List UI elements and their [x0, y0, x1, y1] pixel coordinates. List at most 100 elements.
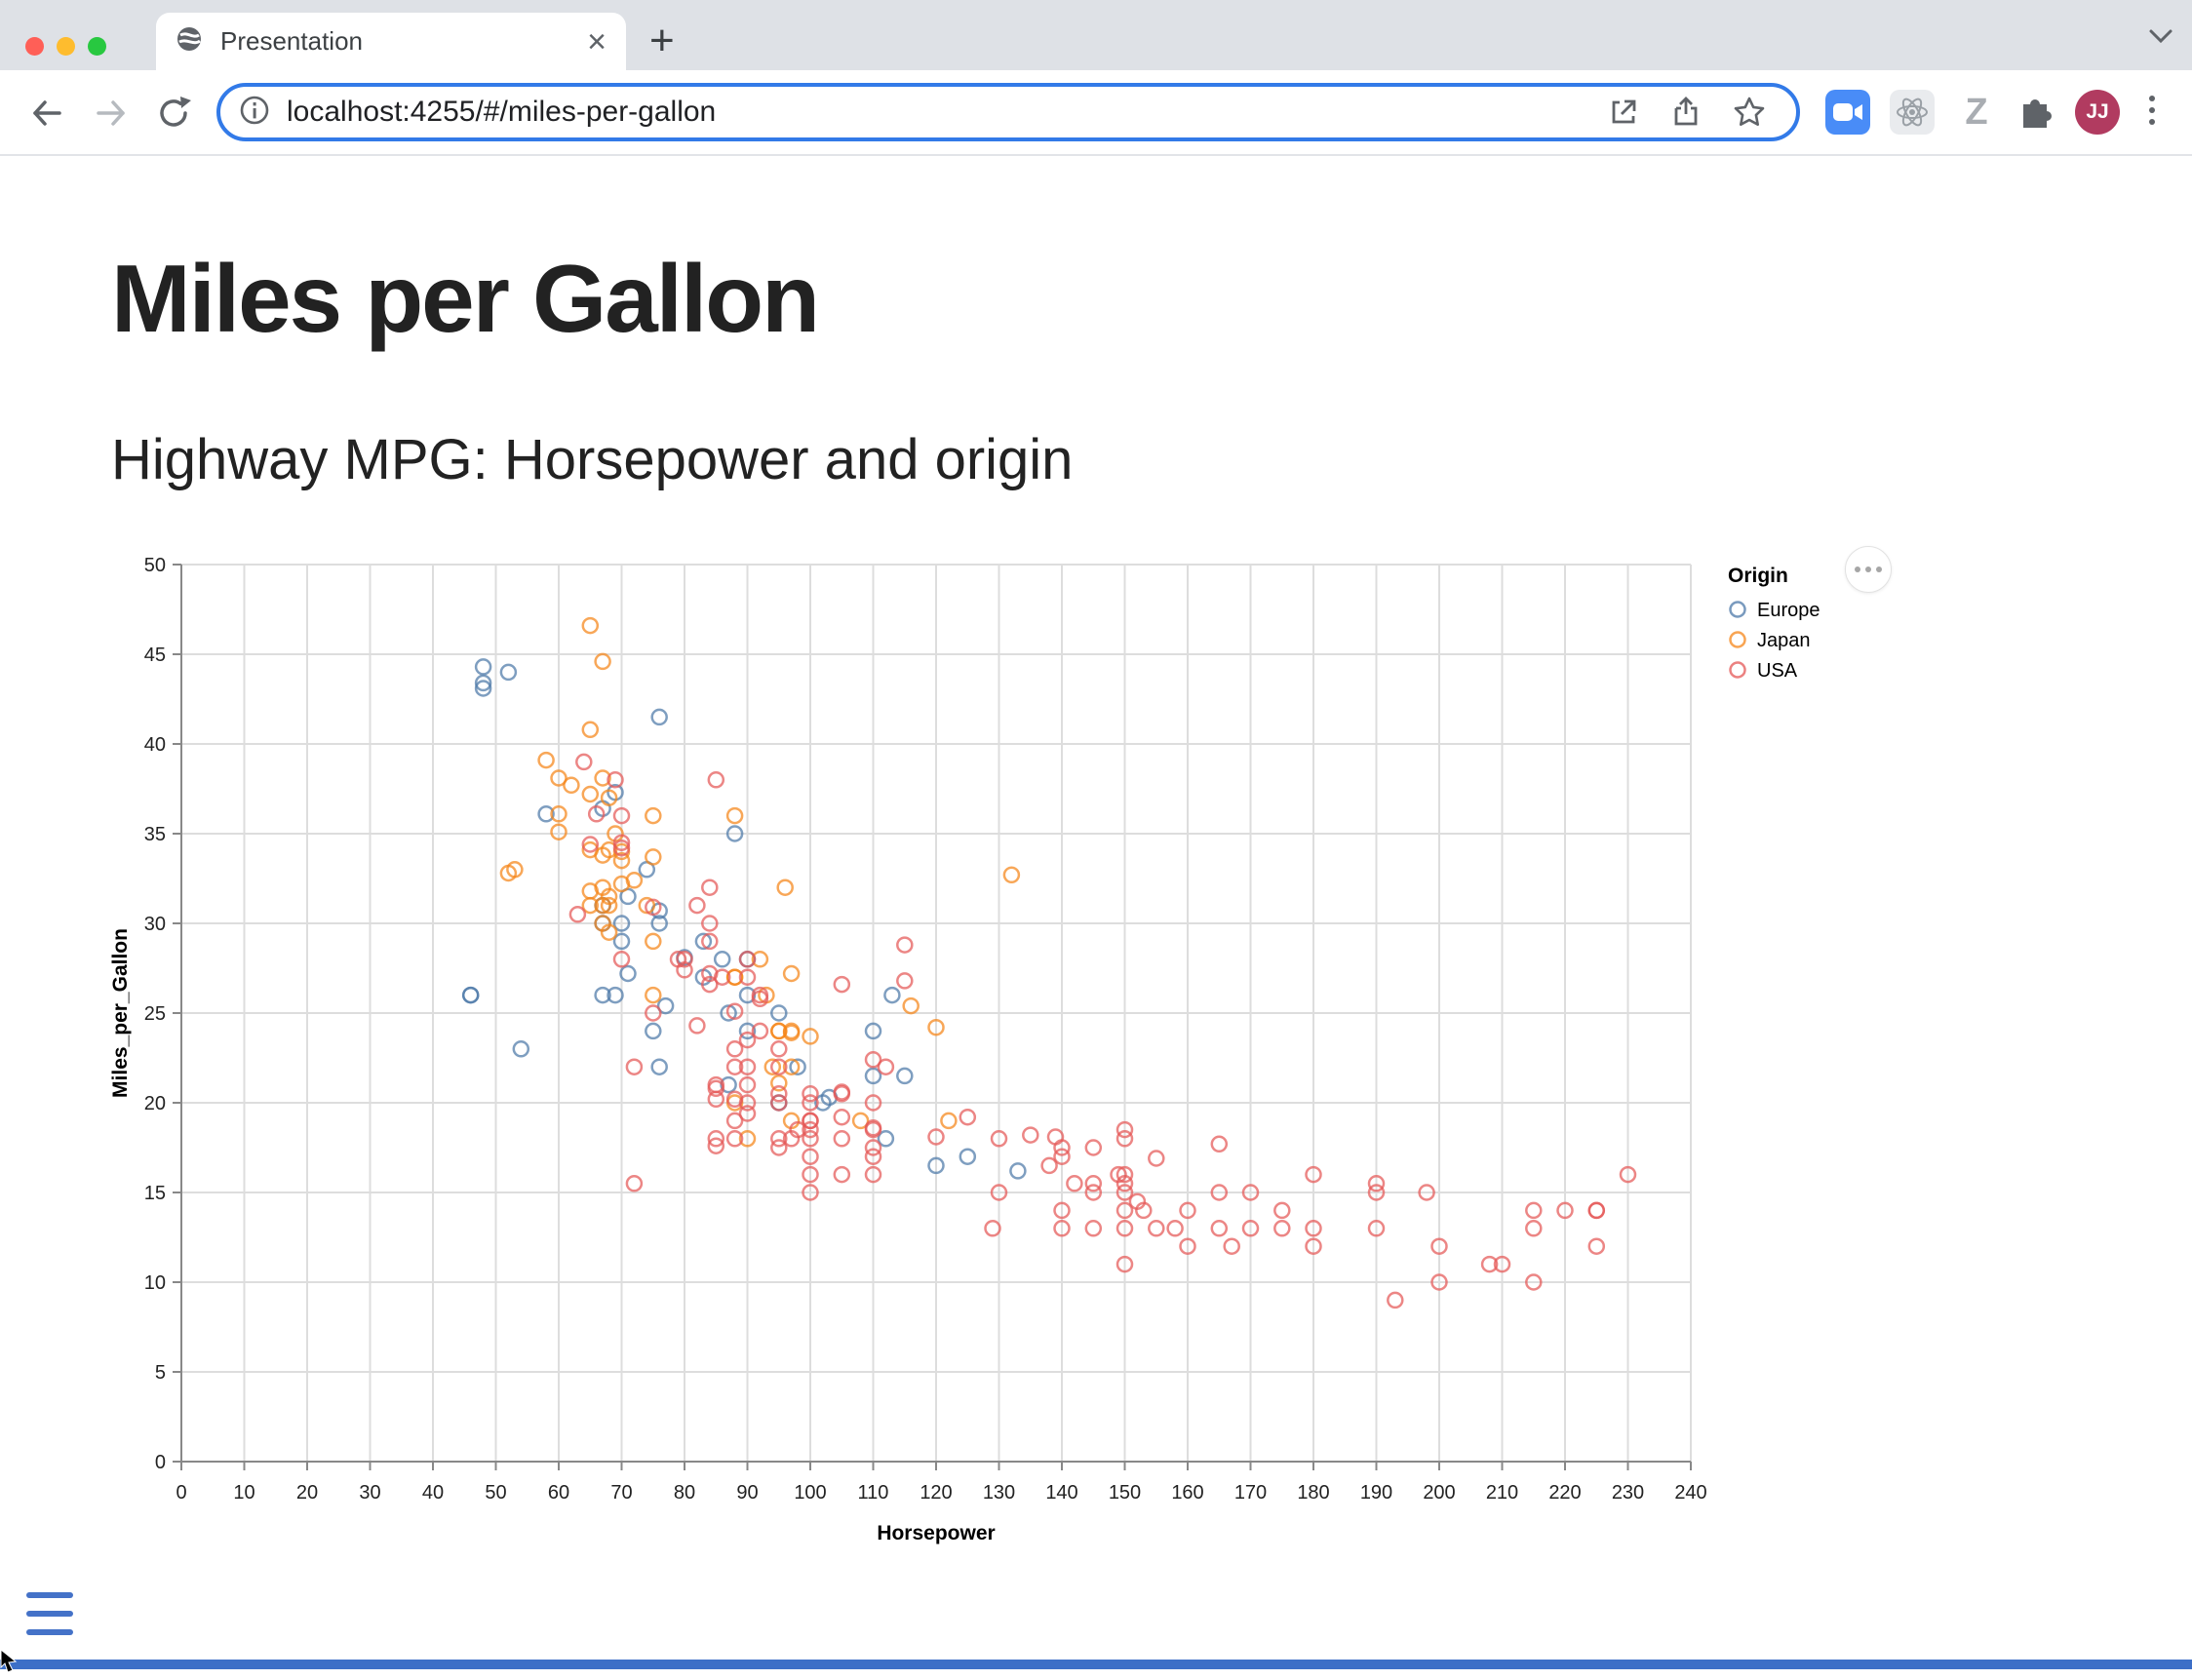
legend-label-europe: Europe	[1757, 600, 1820, 621]
browser-toolbar: localhost:4255/#/miles-per-gallon	[0, 70, 2192, 156]
data-point	[583, 787, 598, 801]
x-axis-tick-label: 30	[359, 1482, 380, 1504]
data-point	[646, 808, 660, 823]
x-axis-tick-label: 80	[674, 1482, 695, 1504]
scatter-points	[463, 618, 1635, 1308]
scatter-chart: 0102030405060708090100110120130140150160…	[98, 541, 1950, 1604]
data-point	[897, 973, 912, 988]
tab-title: Presentation	[220, 26, 587, 57]
x-axis-tick-label: 130	[983, 1482, 1015, 1504]
y-axis-tick-label: 35	[144, 824, 166, 845]
data-point	[960, 1150, 975, 1164]
data-point	[1388, 1293, 1402, 1308]
tab-search-chevron-icon[interactable]	[2147, 27, 2174, 50]
y-axis-title: Miles_per_Gallon	[109, 928, 132, 1098]
data-point	[904, 998, 919, 1013]
data-point	[897, 1069, 912, 1083]
data-point	[1526, 1221, 1541, 1235]
data-point	[1004, 868, 1019, 882]
window-close-button[interactable]	[25, 37, 44, 56]
data-point	[715, 952, 729, 966]
site-info-icon[interactable]	[238, 94, 271, 132]
data-point	[1212, 1221, 1227, 1235]
window-zoom-button[interactable]	[88, 37, 106, 56]
new-tab-button[interactable]: +	[649, 20, 675, 62]
z-extension-icon[interactable]: Z	[1954, 90, 1999, 135]
data-point	[771, 1041, 786, 1056]
data-point	[646, 849, 660, 864]
presentation-progress-bar[interactable]	[0, 1660, 2192, 1669]
data-point	[941, 1113, 956, 1128]
x-axis-tick-label: 200	[1423, 1482, 1455, 1504]
x-axis-tick-label: 210	[1486, 1482, 1518, 1504]
data-point	[771, 1086, 786, 1101]
data-point	[463, 988, 478, 1002]
x-axis-tick-label: 170	[1234, 1482, 1267, 1504]
data-point	[1274, 1221, 1289, 1235]
data-point	[646, 988, 660, 1002]
window-minimize-button[interactable]	[57, 37, 75, 56]
data-point	[570, 907, 585, 921]
y-axis-tick-label: 40	[144, 734, 166, 756]
data-point	[1149, 1152, 1163, 1166]
reload-button[interactable]	[148, 88, 199, 138]
x-axis-tick-label: 40	[422, 1482, 444, 1504]
x-axis-tick-label: 120	[920, 1482, 952, 1504]
forward-button[interactable]	[86, 88, 137, 138]
tab-close-icon[interactable]: ×	[587, 25, 607, 59]
slide-menu-button[interactable]	[26, 1592, 73, 1635]
share-icon[interactable]	[1669, 96, 1703, 129]
url-bar[interactable]: localhost:4255/#/miles-per-gallon	[216, 83, 1800, 141]
data-point	[835, 1167, 849, 1182]
data-point	[986, 1221, 1000, 1235]
bookmark-star-icon[interactable]	[1732, 95, 1767, 130]
browser-menu-kebab-icon[interactable]	[2149, 96, 2155, 125]
data-point	[879, 1060, 893, 1074]
open-in-new-icon[interactable]	[1607, 96, 1640, 129]
chart-legend: OriginEuropeJapanUSA	[1728, 565, 1820, 682]
x-axis-tick-label: 10	[233, 1482, 254, 1504]
favicon-globe-icon	[176, 25, 203, 58]
x-axis-tick-label: 110	[858, 1482, 889, 1504]
back-button[interactable]	[21, 88, 72, 138]
data-point	[652, 1060, 667, 1074]
legend-label-japan: Japan	[1757, 630, 1811, 651]
profile-avatar[interactable]: JJ	[2075, 90, 2120, 135]
data-point	[778, 880, 793, 895]
chart-options-button[interactable]	[1845, 546, 1892, 593]
browser-tab[interactable]: Presentation ×	[156, 13, 626, 70]
data-point	[1086, 1141, 1101, 1155]
data-point	[1589, 1203, 1604, 1218]
scatter-chart-svg: 0102030405060708090100110120130140150160…	[98, 541, 1950, 1604]
data-point	[784, 966, 799, 981]
mouse-cursor	[0, 1650, 21, 1680]
data-point	[960, 1110, 975, 1124]
data-point	[652, 710, 667, 724]
legend-label-usa: USA	[1757, 660, 1798, 682]
data-point	[884, 988, 899, 1002]
data-point	[646, 1024, 660, 1038]
zoom-extension-icon[interactable]	[1825, 90, 1870, 135]
x-axis-tick-label: 100	[794, 1482, 826, 1504]
x-axis-tick-label: 180	[1297, 1482, 1329, 1504]
react-devtools-extension-icon[interactable]	[1890, 90, 1935, 135]
data-point	[1225, 1239, 1239, 1254]
x-axis-tick-label: 140	[1045, 1482, 1077, 1504]
data-point	[476, 659, 490, 674]
data-point	[539, 753, 554, 767]
page-subtitle: Highway MPG: Horsepower and origin	[111, 427, 1073, 492]
x-axis-tick-label: 70	[610, 1482, 632, 1504]
data-point	[702, 880, 717, 895]
data-point	[1149, 1221, 1163, 1235]
extensions-puzzle-icon[interactable]	[2013, 90, 2057, 135]
legend-symbol-usa	[1731, 663, 1745, 678]
x-axis-tick-label: 190	[1360, 1482, 1392, 1504]
data-point	[689, 898, 704, 913]
data-point	[1168, 1221, 1183, 1235]
data-point	[627, 1176, 642, 1191]
legend-symbol-europe	[1731, 603, 1745, 617]
data-point	[627, 1060, 642, 1074]
x-axis-tick-label: 240	[1674, 1482, 1706, 1504]
url-text[interactable]: localhost:4255/#/miles-per-gallon	[287, 96, 1607, 129]
data-point	[835, 1131, 849, 1146]
